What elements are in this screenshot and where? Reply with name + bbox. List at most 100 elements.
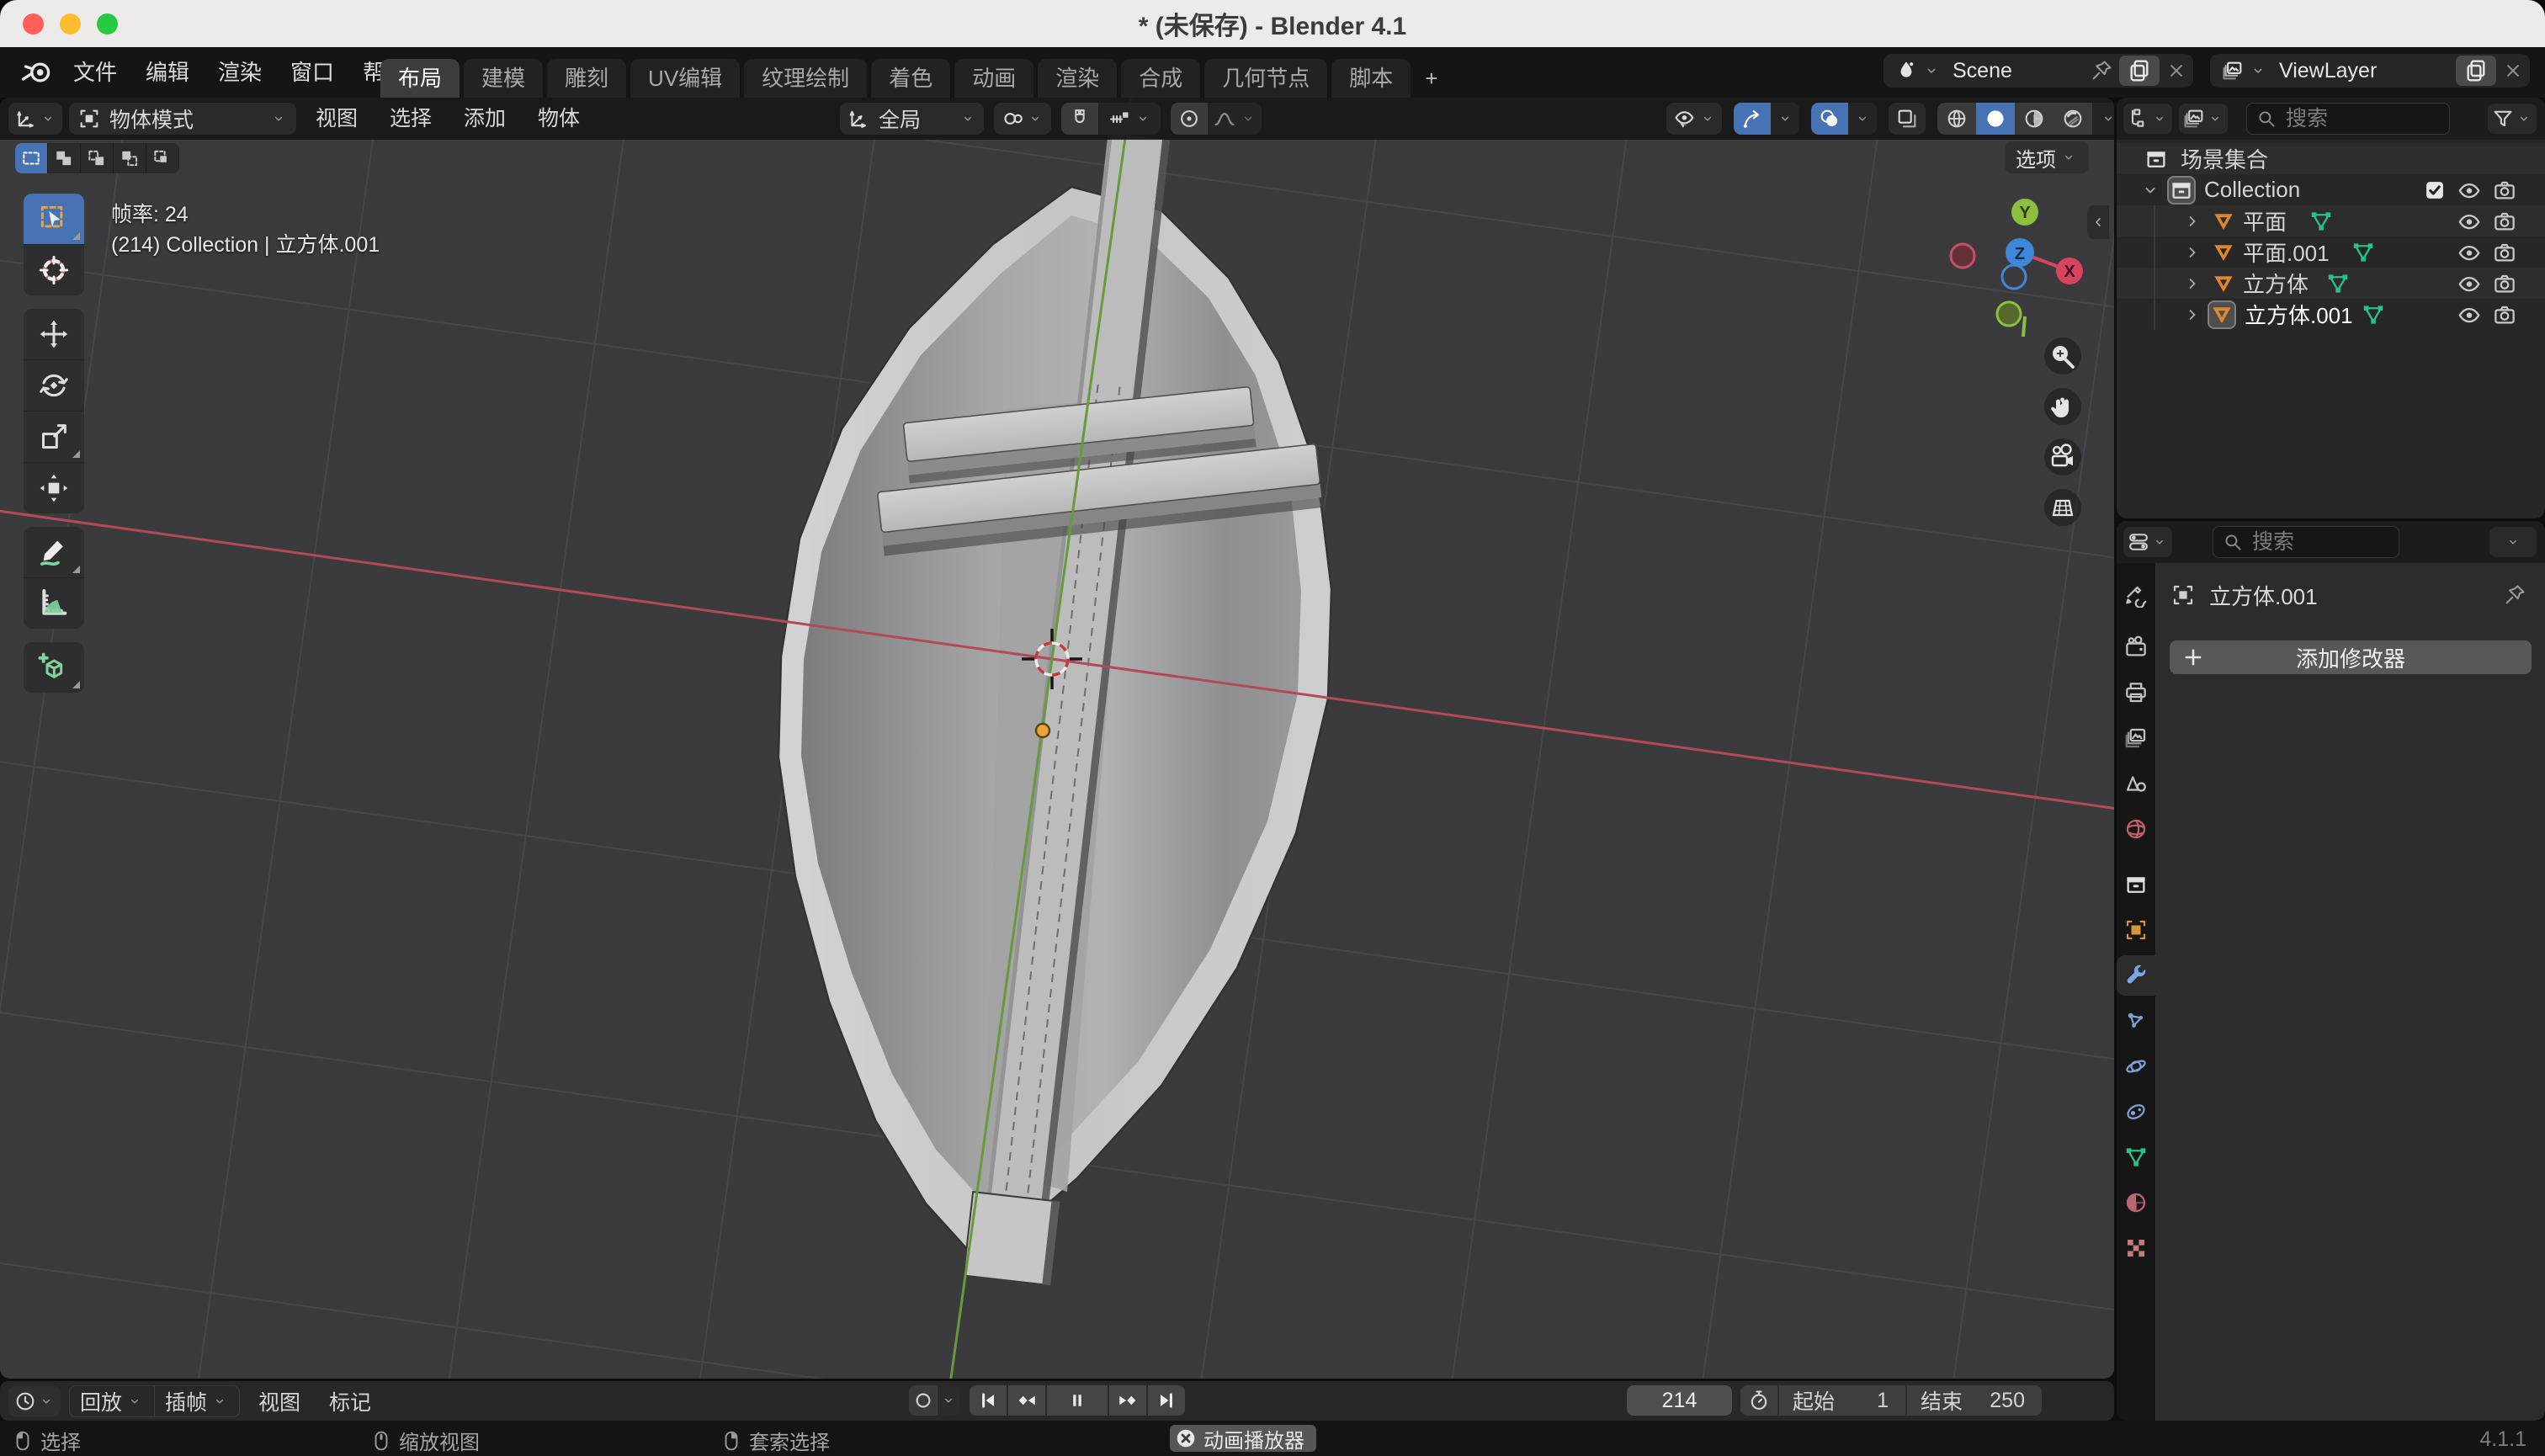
camera-visibility-icon[interactable] — [2492, 178, 2517, 203]
shading-solid-button[interactable] — [1976, 103, 2015, 135]
outliner-row-plane-001[interactable]: 平面.001 — [2117, 236, 2545, 268]
pin-icon[interactable] — [2503, 583, 2526, 607]
camera-visibility-icon[interactable] — [2492, 240, 2517, 265]
select-extend-button[interactable] — [48, 143, 81, 173]
menu-keying[interactable]: 插帧 — [155, 1386, 239, 1416]
expand-icon[interactable] — [2182, 305, 2202, 325]
tab-view-layer[interactable] — [2117, 718, 2155, 758]
tab-uv-editing[interactable]: UV编辑 — [630, 59, 740, 98]
tab-scene[interactable] — [2117, 763, 2155, 804]
shading-settings-dropdown[interactable] — [2092, 103, 2114, 135]
outliner-search[interactable] — [2246, 103, 2450, 135]
jump-to-end-button[interactable] — [1148, 1385, 1185, 1416]
toggle-orthographic-button[interactable] — [2044, 489, 2081, 526]
tool-add-cube[interactable] — [24, 642, 84, 693]
jump-to-start-button[interactable] — [970, 1385, 1007, 1416]
tab-texture-paint[interactable]: 纹理绘制 — [744, 59, 867, 98]
viewport-3d[interactable]: 物体模式 视图 选择 添加 物体 全局 — [0, 98, 2114, 1379]
xray-toggle[interactable] — [1889, 103, 1926, 135]
camera-visibility-icon[interactable] — [2492, 302, 2517, 327]
select-subtract-button[interactable] — [81, 143, 114, 173]
menu-file[interactable]: 文件 — [59, 47, 131, 98]
eye-icon[interactable] — [2457, 302, 2482, 327]
outliner-row-scene-collection[interactable]: 场景集合 — [2117, 143, 2545, 174]
tab-rendering[interactable]: 渲染 — [1038, 59, 1117, 98]
menu-window[interactable]: 窗口 — [276, 47, 348, 98]
show-overlays-toggle[interactable] — [1811, 103, 1848, 135]
expand-icon[interactable] — [2182, 242, 2202, 263]
tab-shading[interactable]: 着色 — [871, 59, 950, 98]
tab-physics[interactable] — [2117, 1046, 2155, 1087]
gizmo-axis-x[interactable]: X — [2056, 258, 2083, 284]
eye-icon[interactable] — [2457, 271, 2482, 296]
tab-modifiers[interactable] — [2117, 955, 2155, 996]
overlays-settings-dropdown[interactable] — [1848, 103, 1877, 135]
snap-toggle-button[interactable] — [1061, 103, 1098, 135]
outliner-row-cube[interactable]: 立方体 — [2117, 268, 2545, 299]
eye-icon[interactable] — [2457, 209, 2482, 234]
tool-scale[interactable] — [24, 411, 84, 462]
zoom-view-button[interactable] — [2044, 337, 2081, 375]
properties-options-dropdown[interactable] — [2489, 527, 2537, 557]
snap-settings-dropdown[interactable] — [1098, 103, 1161, 135]
current-frame-field[interactable]: 214 — [1627, 1385, 1732, 1416]
expand-icon[interactable] — [2182, 274, 2202, 294]
tool-annotate[interactable] — [24, 527, 84, 577]
tab-animation[interactable]: 动画 — [954, 59, 1033, 98]
menu-playback[interactable]: 回放 — [70, 1386, 154, 1416]
tab-object[interactable] — [2117, 910, 2155, 950]
shading-wireframe-button[interactable] — [1937, 103, 1976, 135]
properties-search[interactable] — [2213, 526, 2399, 558]
add-workspace-button[interactable]: + — [1415, 59, 1448, 98]
select-invert-button[interactable] — [114, 143, 146, 173]
eye-icon[interactable] — [2457, 178, 2482, 203]
viewport-menu-add[interactable]: 添加 — [451, 103, 518, 135]
view-layer-name[interactable]: ViewLayer — [2267, 59, 2456, 83]
outliner-row-collection[interactable]: Collection — [2117, 174, 2545, 205]
tab-layout[interactable]: 布局 — [380, 59, 460, 98]
tab-particles[interactable] — [2117, 1001, 2155, 1041]
pivot-point-dropdown[interactable] — [994, 103, 1051, 135]
breadcrumb-object-name[interactable]: 立方体.001 — [2209, 580, 2318, 611]
gizmo-axis-neg-x[interactable] — [1951, 244, 1974, 268]
tab-geometry-nodes[interactable]: 几何节点 — [1204, 59, 1327, 98]
outliner-filter-dropdown[interactable] — [2488, 104, 2537, 134]
frame-end-field[interactable]: 结束 250 — [1907, 1385, 2042, 1416]
tab-output[interactable] — [2117, 672, 2155, 713]
menu-render[interactable]: 渲染 — [204, 47, 276, 98]
frame-start-field[interactable]: 起始 1 — [1779, 1385, 1905, 1416]
tool-cursor[interactable] — [24, 244, 84, 295]
select-set-button[interactable] — [15, 143, 48, 173]
next-keyframe-button[interactable] — [1109, 1385, 1146, 1416]
menu-edit[interactable]: 编辑 — [131, 47, 204, 98]
chevron-down-icon[interactable] — [2249, 62, 2267, 79]
viewport-menu-view[interactable]: 视图 — [303, 103, 370, 135]
scene-name[interactable]: Scene — [1941, 59, 2089, 83]
tab-scripting[interactable]: 脚本 — [1331, 59, 1411, 98]
viewport-options-button[interactable]: 选项 — [2005, 141, 2089, 173]
viewport-menu-object[interactable]: 物体 — [525, 103, 592, 135]
outliner-row-plane[interactable]: 平面 — [2117, 205, 2545, 236]
tab-constraints[interactable] — [2117, 1092, 2155, 1132]
tab-texture[interactable] — [2117, 1228, 2155, 1268]
outliner-row-cube-001[interactable]: 立方体.001 — [2117, 299, 2545, 330]
select-intersect-button[interactable] — [146, 143, 179, 173]
pin-icon[interactable] — [2089, 59, 2114, 82]
gizmo-axis-neg-z[interactable] — [2002, 265, 2026, 289]
properties-editor-type-dropdown[interactable] — [2123, 527, 2172, 557]
auto-keying-dropdown[interactable] — [938, 1385, 959, 1416]
previous-keyframe-button[interactable] — [1008, 1385, 1045, 1416]
timeline-editor-type-dropdown[interactable] — [8, 1386, 61, 1416]
chevron-down-icon[interactable] — [1922, 62, 1941, 79]
new-view-layer-icon[interactable] — [2456, 56, 2496, 86]
tab-material[interactable] — [2117, 1182, 2155, 1223]
expand-icon[interactable] — [2182, 211, 2202, 231]
transform-orientation-dropdown[interactable]: 全局 — [840, 103, 984, 135]
pan-view-button[interactable] — [2044, 388, 2081, 425]
shading-material-button[interactable] — [2015, 103, 2054, 135]
gizmo-axis-neg-y[interactable] — [1997, 302, 2021, 326]
outliner-display-mode-dropdown[interactable] — [2179, 104, 2228, 134]
gizmo-axis-z[interactable]: Z — [2006, 238, 2034, 267]
viewport-canvas[interactable] — [0, 98, 2114, 1379]
tool-move[interactable] — [24, 309, 84, 359]
